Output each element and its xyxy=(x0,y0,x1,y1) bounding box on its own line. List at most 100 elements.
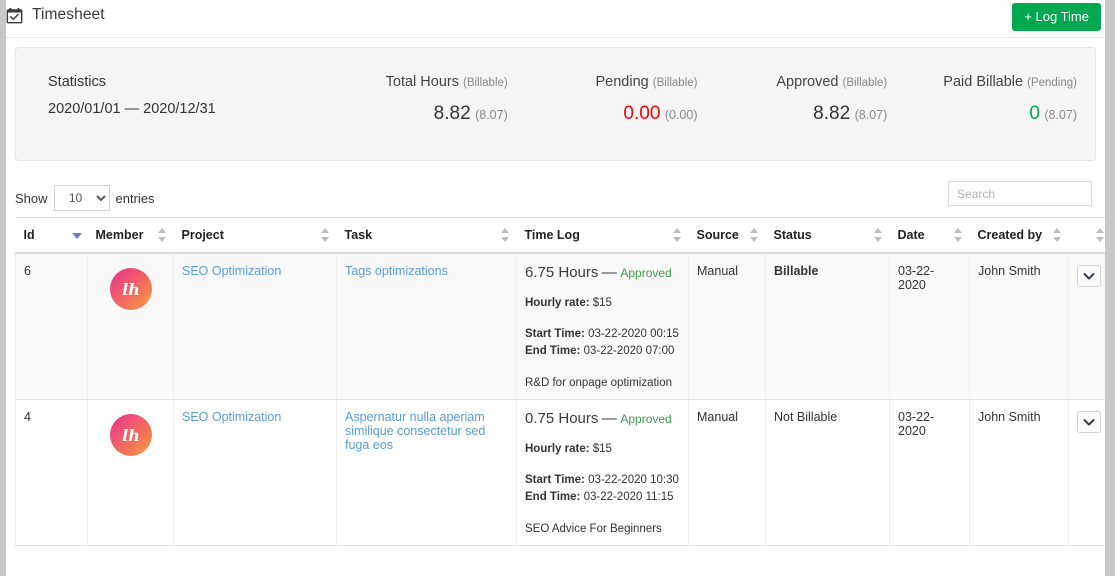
project-link[interactable]: SEO Optimization xyxy=(182,410,281,424)
column-header-time-log[interactable]: Time Log xyxy=(516,217,689,254)
stat-paid-billable-secondary: (8.07) xyxy=(1044,108,1077,122)
cell-actions xyxy=(1068,253,1105,400)
stat-total-hours-qualifier: (Billable) xyxy=(463,77,508,89)
start-time-row: Start Time: 03-22-2020 00:15 xyxy=(525,326,680,343)
timesheet-page: Timesheet + Log Time Statistics 2020/01/… xyxy=(6,0,1107,576)
cell-status: Not Billable xyxy=(765,399,890,546)
show-label: Show xyxy=(15,190,48,206)
time-log-hours: 6.75 Hours xyxy=(525,264,599,281)
timesheet-table: Id Member Project Task Time Log Source S… xyxy=(15,217,1105,546)
avatar: lh xyxy=(109,268,152,310)
column-header-source[interactable]: Source xyxy=(688,217,766,254)
sort-icon[interactable] xyxy=(749,228,759,242)
stat-approved-values: 8.82 (8.07) xyxy=(716,103,888,125)
stat-total-hours-title: Total Hours (Billable) xyxy=(385,74,508,90)
sort-icon[interactable] xyxy=(157,228,167,242)
log-time-button[interactable]: + Log Time xyxy=(1012,3,1101,31)
hourly-rate-label: Hourly rate: xyxy=(525,443,590,455)
calendar-check-icon xyxy=(6,7,23,24)
entries-per-page-select[interactable]: 10 xyxy=(53,185,110,211)
table-row: 6 lh SEO Optimization Tags optimizations xyxy=(15,253,1105,400)
hourly-rate-label: Hourly rate: xyxy=(525,297,590,309)
table-header-row: Id Member Project Task Time Log Source S… xyxy=(15,217,1105,254)
stat-paid-billable-qualifier: (Pending) xyxy=(1027,77,1077,89)
sort-icon[interactable] xyxy=(1095,228,1105,242)
timesheet-table-wrap: Id Member Project Task Time Log Source S… xyxy=(6,217,1105,546)
sort-icon[interactable] xyxy=(873,228,883,242)
end-time-value: 03-22-2020 11:15 xyxy=(583,491,674,503)
column-header-status[interactable]: Status xyxy=(765,217,890,254)
cell-id: 6 xyxy=(15,253,88,400)
time-log-dash: — xyxy=(601,264,617,281)
cell-source: Manual xyxy=(688,399,766,546)
search-input[interactable] xyxy=(948,181,1092,206)
row-actions-button[interactable] xyxy=(1077,411,1101,433)
sort-desc-icon[interactable] xyxy=(71,228,82,242)
cell-date: 03-22-2020 xyxy=(889,253,970,400)
cell-project: SEO Optimization xyxy=(173,253,337,400)
table-controls: Show 10 entries xyxy=(6,177,1096,217)
column-header-member[interactable]: Member xyxy=(87,217,174,254)
time-log-note: SEO Advice For Beginners xyxy=(525,523,662,535)
project-link[interactable]: SEO Optimization xyxy=(182,264,281,278)
stat-pending-values: 0.00 (0.00) xyxy=(526,103,698,125)
chevron-down-icon xyxy=(1083,272,1095,281)
time-log-times: Start Time: 03-22-2020 00:15 End Time: 0… xyxy=(525,326,680,360)
statistics-section: Statistics 2020/01/01 — 2020/12/31 Total… xyxy=(6,38,1105,161)
sort-icon[interactable] xyxy=(500,228,510,242)
sort-icon[interactable] xyxy=(1052,228,1062,242)
column-header-task[interactable]: Task xyxy=(336,217,517,254)
end-time-label: End Time: xyxy=(525,491,581,503)
cell-created-by: John Smith xyxy=(969,253,1069,400)
cell-source: Manual xyxy=(688,253,766,400)
column-header-project[interactable]: Project xyxy=(173,217,337,254)
time-log-times: Start Time: 03-22-2020 10:30 End Time: 0… xyxy=(525,472,680,506)
stat-pending-title: Pending (Billable) xyxy=(595,74,698,90)
time-log-rate: Hourly rate: $15 xyxy=(525,295,680,312)
time-log-dash: — xyxy=(601,410,617,427)
cell-project: SEO Optimization xyxy=(173,399,337,546)
column-header-created-by[interactable]: Created by xyxy=(969,217,1069,254)
page-title: Timesheet xyxy=(32,6,105,23)
stat-total-hours-value: 8.82 xyxy=(433,103,471,124)
cell-member: lh xyxy=(87,399,174,546)
stat-pending-qualifier: (Billable) xyxy=(652,77,698,89)
page-header: Timesheet + Log Time xyxy=(6,0,1105,38)
hourly-rate-value: $15 xyxy=(592,443,612,455)
stat-pending-value: 0.00 xyxy=(623,103,661,124)
sort-icon[interactable] xyxy=(320,228,330,242)
time-log-status: Approved xyxy=(620,266,672,280)
task-link[interactable]: Tags optimizations xyxy=(345,264,448,278)
stat-pending-secondary: (0.00) xyxy=(664,108,698,122)
cell-status: Billable xyxy=(765,253,890,400)
stat-total-hours-values: 8.82 (8.07) xyxy=(336,103,508,125)
time-log-headline: 6.75 Hours — Approved xyxy=(525,264,680,281)
time-log-status: Approved xyxy=(620,412,672,426)
start-time-row: Start Time: 03-22-2020 10:30 xyxy=(525,472,680,489)
time-log-rate: Hourly rate: $15 xyxy=(525,441,680,458)
stat-approved: Approved (Billable) 8.82 (8.07) xyxy=(716,74,906,125)
column-header-id[interactable]: Id xyxy=(15,217,88,254)
stat-paid-billable-values: 0 (8.07) xyxy=(905,103,1077,125)
column-header-date[interactable]: Date xyxy=(889,217,970,254)
stat-approved-qualifier: (Billable) xyxy=(842,77,888,89)
time-log-note: R&D for onpage optimization xyxy=(525,377,673,389)
stat-approved-secondary: (8.07) xyxy=(854,108,888,122)
title-group: Timesheet xyxy=(6,6,105,24)
chevron-down-icon xyxy=(1083,418,1095,427)
task-link[interactable]: Aspernatur nulla aperiam similique conse… xyxy=(345,410,485,452)
stat-approved-value: 8.82 xyxy=(813,103,851,124)
stat-total-hours-secondary: (8.07) xyxy=(475,108,508,122)
cell-member: lh xyxy=(87,253,174,400)
show-entries-group: Show 10 entries xyxy=(15,185,155,211)
cell-time-log: 0.75 Hours — Approved Hourly rate: $15 S… xyxy=(516,399,689,546)
cell-actions xyxy=(1068,399,1105,546)
sort-icon[interactable] xyxy=(953,228,963,242)
statistics-date-range: 2020/01/01 — 2020/12/31 xyxy=(48,101,216,117)
avatar: lh xyxy=(109,414,152,456)
sort-icon[interactable] xyxy=(672,228,682,242)
table-row: 4 lh SEO Optimization Aspernatur nulla a… xyxy=(15,399,1105,546)
column-header-actions[interactable] xyxy=(1068,217,1105,254)
row-actions-button[interactable] xyxy=(1077,265,1101,287)
statistics-label: Statistics xyxy=(48,74,107,90)
